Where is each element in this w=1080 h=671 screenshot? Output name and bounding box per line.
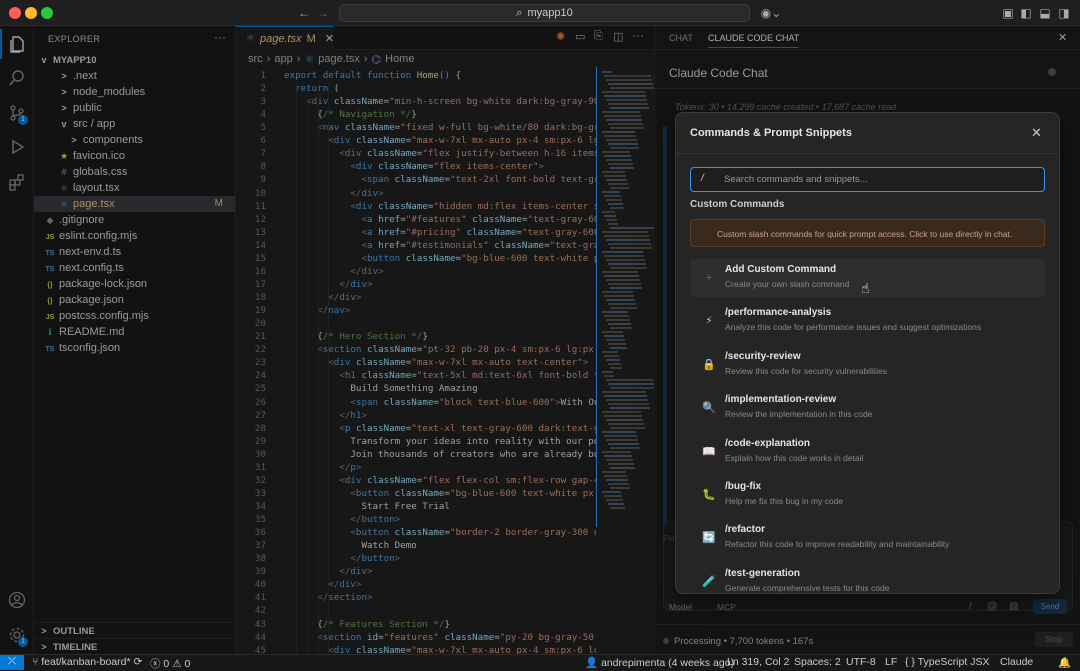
command-item-refactor[interactable]: 🔄 /refactor Refactor this code to improve … <box>690 519 1045 557</box>
section-title: Custom Commands <box>690 199 785 210</box>
command-item-bug-fix[interactable]: 🐛 /bug-fix Help me fix this bug in my code <box>690 476 1045 514</box>
command-description: Create your own slash command <box>725 279 850 289</box>
command-title: Add Custom Command <box>725 264 837 275</box>
search-text: myapp10 <box>527 7 573 19</box>
command-title: /implementation-review <box>725 394 837 406</box>
sync-icon: ⟳ <box>133 656 143 668</box>
notifications-bell-icon[interactable]: 🔔 <box>1058 656 1071 669</box>
info-banner: Custom slash commands for quick prompt a… <box>690 219 1045 247</box>
command-item-code-explanation[interactable]: 📖 /code-explanation Explain how this code … <box>690 433 1045 471</box>
maximize-window-button[interactable] <box>41 7 53 19</box>
command-description: Review this code for security vulnerabil… <box>725 365 888 376</box>
copilot-icon[interactable]: ◉⌄ <box>760 5 782 21</box>
back-arrow-icon[interactable]: ← <box>296 5 312 21</box>
command-description: Explain how this code works in detail <box>725 452 864 463</box>
slash-prefix: / <box>701 173 704 184</box>
command-description: Generate comprehensive tests for this co… <box>725 582 890 593</box>
command-icon: ⚡ <box>705 315 713 328</box>
encoding[interactable]: UTF-8 <box>846 656 876 668</box>
command-icon: 📖 <box>702 445 716 458</box>
command-icon: 🐛 <box>702 489 716 501</box>
toggle-sidebar-icon[interactable]: ◧ <box>1018 5 1034 21</box>
command-description: Analyze this code for performance issues… <box>725 322 982 333</box>
command-title: /code-explanation <box>725 437 811 449</box>
command-icon: 🔍 <box>702 402 716 415</box>
mouse-cursor-icon: ☝ <box>861 280 870 296</box>
line-ending[interactable]: LF <box>885 656 897 668</box>
error-icon: ⓧ <box>150 658 161 670</box>
search-icon: ⌕ <box>516 6 523 19</box>
command-title: /test-generation <box>725 567 801 579</box>
command-description: Review the implementation in this code <box>725 409 873 420</box>
close-modal-icon[interactable]: ✕ <box>1031 125 1042 141</box>
claude-status[interactable]: Claude <box>1000 656 1033 668</box>
command-item-security-review[interactable]: 🔒 /security-review Review this code for se… <box>690 346 1045 384</box>
command-icon: 🧪 <box>702 575 716 588</box>
command-center-search[interactable]: ⌕ myapp10 <box>339 4 750 22</box>
plus-icon: + <box>705 272 713 284</box>
command-icon: 🔒 <box>702 358 716 371</box>
search-input[interactable]: / Search commands and snippets... <box>690 167 1045 192</box>
language-mode[interactable]: { } TypeScript JSX <box>905 656 989 668</box>
command-title: /security-review <box>725 350 801 362</box>
branch-indicator[interactable]: ⑂ feat/kanban-board* ⟳ <box>32 656 142 668</box>
toggle-secondary-sidebar-icon[interactable]: ◨ <box>1056 5 1072 21</box>
command-title: /refactor <box>725 524 766 536</box>
git-blame[interactable]: 👤 andrepimenta (4 weeks ago) <box>585 656 734 669</box>
forward-arrow-icon[interactable]: → <box>315 5 331 21</box>
command-title: /performance-analysis <box>725 307 832 319</box>
layout-panel-icon[interactable]: ▣ <box>1000 5 1016 21</box>
commands-modal: Commands & Prompt Snippets ✕ / Search co… <box>675 112 1060 594</box>
warning-icon: ⚠ <box>172 658 182 670</box>
toggle-panel-icon[interactable]: ⬓ <box>1037 5 1053 21</box>
command-item-test-generation[interactable]: 🧪 /test-generation Generate comprehensive … <box>690 563 1045 593</box>
remote-icon[interactable]: ⤫ <box>0 655 24 670</box>
minimize-window-button[interactable] <box>25 7 37 19</box>
search-placeholder: Search commands and snippets... <box>724 174 868 185</box>
indentation[interactable]: Spaces: 2 <box>794 656 841 668</box>
command-item-performance-analysis[interactable]: ⚡ /performance-analysis Analyze this code … <box>690 302 1045 340</box>
command-icon: 🔄 <box>702 532 716 545</box>
cursor-position[interactable]: Ln 319, Col 2 <box>727 656 789 668</box>
person-icon: 👤 <box>585 657 599 669</box>
command-item-implementation-review[interactable]: 🔍 /implementation-review Review the implem… <box>690 389 1045 427</box>
command-title: /bug-fix <box>725 481 762 492</box>
modal-title: Commands & Prompt Snippets <box>690 127 852 139</box>
info-text: Custom slash commands for quick prompt a… <box>717 229 1013 239</box>
close-window-button[interactable] <box>9 7 21 19</box>
branch-name: feat/kanban-board* <box>41 656 131 668</box>
git-branch-icon: ⑂ <box>32 656 39 668</box>
status-bar: ⤫ ⑂ feat/kanban-board* ⟳ ⓧ 0 ⚠ 0 👤 andre… <box>0 654 1080 670</box>
command-description: Help me fix this bug in my code <box>725 496 844 506</box>
title-bar: ← → ⌕ myapp10 ◉⌄ ▣ ◧ ⬓ ◨ <box>0 0 1080 26</box>
command-description: Refactor this code to improve readabilit… <box>725 539 950 550</box>
